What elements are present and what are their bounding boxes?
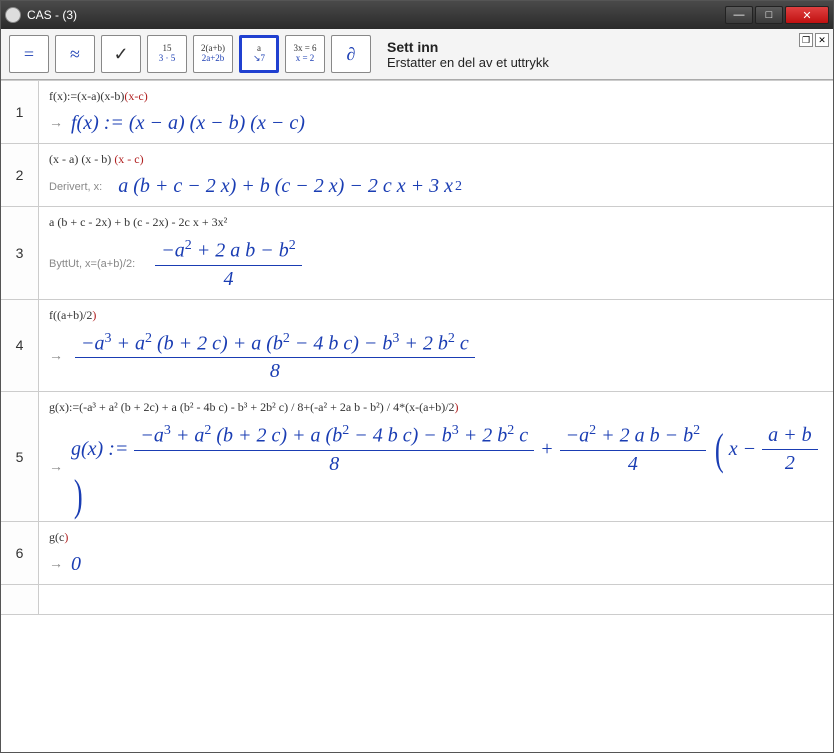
cas-output: ByttUt, x=(a+b)/2: −a2 + 2 a b − b2 4 — [49, 238, 823, 291]
cas-input[interactable]: f(x):=(x-a)(x-b)(x-c) — [49, 89, 823, 104]
substitute-button[interactable]: a ↘7 — [239, 35, 279, 73]
factor-button[interactable]: 2(a+b) 2a+2b — [193, 35, 233, 73]
cas-view[interactable]: 1 f(x):=(x-a)(x-b)(x-c) → f(x) := (x − a… — [1, 80, 833, 752]
cas-row[interactable]: 3 a (b + c - 2x) + b (c - 2x) - 2c x + 3… — [1, 207, 833, 300]
row-number: 2 — [1, 144, 39, 206]
output-arrow-icon: → — [49, 460, 63, 476]
cas-output: → g(x) := −a3 + a2 (b + 2 c) + a (b2 − 4… — [49, 423, 823, 513]
minimize-button[interactable]: — — [725, 6, 753, 24]
maximize-button[interactable]: □ — [755, 6, 783, 24]
cas-row[interactable]: 6 g(c) → 0 — [1, 522, 833, 585]
cas-empty-row[interactable] — [1, 585, 833, 615]
cas-row[interactable]: 2 (x - a) (x - b) (x - c) Derivert, x: a… — [1, 144, 833, 207]
row-number: 5 — [1, 392, 39, 521]
cas-row[interactable]: 5 g(x):=(-a³ + a² (b + 2c) + a (b² - 4b … — [1, 392, 833, 522]
output-arrow-icon: → — [49, 116, 63, 132]
check-button[interactable]: ✓ — [101, 35, 141, 73]
window-title: CAS - (3) — [27, 8, 725, 22]
cas-input[interactable]: f((a+b)/2) — [49, 308, 823, 323]
cas-output: → −a3 + a2 (b + 2 c) + a (b2 − 4 b c) − … — [49, 331, 823, 384]
app-window: CAS - (3) — □ ✕ = ≈ ✓ 15 3 · 5 2(a+b) 2a… — [0, 0, 834, 753]
cas-input[interactable]: g(c) — [49, 530, 823, 545]
toolbar: = ≈ ✓ 15 3 · 5 2(a+b) 2a+2b a ↘7 3x = 6 … — [1, 29, 833, 80]
app-icon — [5, 7, 21, 23]
cas-output: → 0 — [49, 553, 823, 576]
cas-row[interactable]: 4 f((a+b)/2) → −a3 + a2 (b + 2 c) + a (b… — [1, 300, 833, 393]
toolbar-tooltip: Sett inn Erstatter en del av et uttrykk — [387, 39, 549, 70]
solve-button[interactable]: 3x = 6 x = 2 — [285, 35, 325, 73]
cas-output: → f(x) := (x − a) (x − b) (x − c) — [49, 112, 823, 135]
cas-input[interactable]: a (b + c - 2x) + b (c - 2x) - 2c x + 3x² — [49, 215, 823, 230]
output-arrow-icon: → — [49, 557, 63, 573]
approx-eval-button[interactable]: ≈ — [55, 35, 95, 73]
exact-eval-button[interactable]: = — [9, 35, 49, 73]
output-arrow-icon: → — [49, 349, 63, 365]
cas-row[interactable]: 1 f(x):=(x-a)(x-b)(x-c) → f(x) := (x − a… — [1, 81, 833, 144]
panel-restore-icon[interactable]: ❐ — [799, 33, 813, 47]
cas-input[interactable]: g(x):=(-a³ + a² (b + 2c) + a (b² - 4b c)… — [49, 400, 823, 415]
titlebar[interactable]: CAS - (3) — □ ✕ — [1, 1, 833, 29]
panel-close-icon[interactable]: ✕ — [815, 33, 829, 47]
row-number: 1 — [1, 81, 39, 143]
numeric-button[interactable]: 15 3 · 5 — [147, 35, 187, 73]
row-number: 4 — [1, 300, 39, 392]
math-output: a (b + c − 2 x) + b (c − 2 x) − 2 c x + … — [118, 175, 462, 198]
row-number: 3 — [1, 207, 39, 299]
row-number: 6 — [1, 522, 39, 584]
close-button[interactable]: ✕ — [785, 6, 829, 24]
cas-input[interactable]: (x - a) (x - b) (x - c) — [49, 152, 823, 167]
cas-output: Derivert, x: a (b + c − 2 x) + b (c − 2 … — [49, 175, 823, 198]
derivative-button[interactable]: ∂ — [331, 35, 371, 73]
